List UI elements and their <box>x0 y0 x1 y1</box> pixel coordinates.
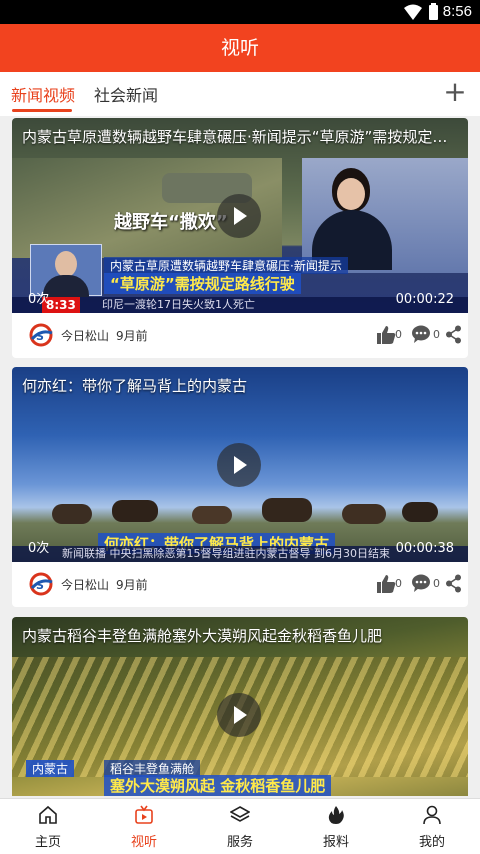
video-thumbnail[interactable]: 何亦红：带你了解马背上的内蒙古 何亦红：带你了解马背上的内蒙古 新闻联播 中央扫… <box>12 367 468 562</box>
source-logo-icon: S <box>29 572 53 596</box>
share-icon[interactable] <box>445 325 462 344</box>
video-card[interactable]: 内蒙古草原遭数辆越野车肆意碾压·新闻提示“草原游”需按规定路线行驶 越野车“撒欢… <box>12 118 468 358</box>
overlay-label: 越野车“撒欢” <box>114 212 228 233</box>
card-meta: S 今日松山 9月前 0 0 <box>12 562 468 607</box>
video-title: 内蒙古稻谷丰登鱼满舱塞外大漠朔风起金秋稻香鱼儿肥 <box>22 627 383 645</box>
video-duration: 00:00:38 <box>395 541 454 556</box>
wifi-icon <box>404 4 422 20</box>
comment-icon[interactable] <box>411 573 431 593</box>
page-title: 视听 <box>220 37 259 59</box>
nav-media[interactable]: 视听 <box>96 799 192 854</box>
tab-news-video[interactable]: 新闻视频 <box>11 82 75 106</box>
video-title: 内蒙古草原遭数辆越野车肆意碾压·新闻提示“草原游”需按规定路线行驶 <box>22 128 458 146</box>
card-meta: S 今日松山 9月前 0 0 <box>12 313 468 358</box>
post-age: 9月前 <box>116 329 148 343</box>
like-count: 0 <box>395 328 402 341</box>
view-count: 0次 <box>28 541 50 556</box>
thumbs-up-icon[interactable] <box>376 325 396 345</box>
status-time: 8:56 <box>442 3 472 20</box>
source-name: 今日松山 <box>61 578 110 592</box>
caption-region-label: 内蒙古 <box>26 760 75 777</box>
anchor-image <box>312 168 392 270</box>
nav-label: 服务 <box>226 835 253 850</box>
source-logo-icon: S <box>29 323 53 347</box>
nav-services[interactable]: 服务 <box>192 799 288 854</box>
channel-tabs: 新闻视频 社会新闻 + <box>0 72 480 116</box>
play-button[interactable] <box>217 693 261 737</box>
video-duration: 00:00:22 <box>395 292 454 307</box>
svg-text:S: S <box>36 330 44 343</box>
nav-home[interactable]: 主页 <box>0 799 96 854</box>
tab-social-news[interactable]: 社会新闻 <box>94 82 158 106</box>
comment-count: 0 <box>433 328 440 341</box>
flame-icon <box>328 806 344 824</box>
nav-label: 我的 <box>418 835 445 850</box>
layers-icon <box>230 806 250 822</box>
play-button[interactable] <box>217 443 261 487</box>
post-age: 9月前 <box>116 578 148 592</box>
caption-subtitle: 内蒙古草原遭数辆越野车肆意碾压·新闻提示 <box>104 257 348 274</box>
play-button[interactable] <box>217 194 261 238</box>
caption-headline: 塞外大漠朔风起 金秋稻香鱼儿肥 <box>104 775 332 796</box>
ticker-text: 新闻联播 中央扫黑除恶第15督导组进驻内蒙古督导 到6月30日结束 <box>62 547 390 560</box>
like-count: 0 <box>395 577 402 590</box>
source-name: 今日松山 <box>61 329 110 343</box>
thumbs-up-icon[interactable] <box>376 574 396 594</box>
app-bar: 视听 <box>0 24 480 72</box>
comment-count: 0 <box>433 577 440 590</box>
tv-icon <box>135 805 153 824</box>
video-card[interactable]: 何亦红：带你了解马背上的内蒙古 何亦红：带你了解马背上的内蒙古 新闻联播 中央扫… <box>12 367 468 607</box>
status-bar: 8:56 <box>0 0 480 24</box>
svg-text:S: S <box>36 579 44 592</box>
share-icon[interactable] <box>445 574 462 593</box>
video-thumbnail[interactable]: 内蒙古草原遭数辆越野车肆意碾压·新闻提示“草原游”需按规定路线行驶 越野车“撒欢… <box>12 118 468 313</box>
nav-label: 报料 <box>322 835 349 850</box>
home-icon <box>39 805 57 824</box>
battery-icon <box>429 3 438 20</box>
ticker-text: 印尼一渡轮17日失火致1人死亡 <box>102 298 255 311</box>
person-icon <box>423 805 441 825</box>
nav-profile[interactable]: 我的 <box>384 799 480 854</box>
view-count: 0次 <box>28 292 50 307</box>
video-feed[interactable]: 内蒙古草原遭数辆越野车肆意碾压·新闻提示“草原游”需按规定路线行驶 越野车“撒欢… <box>0 116 480 796</box>
comment-icon[interactable] <box>411 324 431 344</box>
video-title: 何亦红：带你了解马背上的内蒙古 <box>22 377 248 395</box>
active-tab-indicator <box>12 109 72 112</box>
nav-report[interactable]: 报料 <box>288 799 384 854</box>
bottom-nav: 主页 视听 服务 报料 我的 <box>0 798 480 854</box>
caption-headline: “草原游”需按规定路线行驶 <box>104 273 301 294</box>
horse-riders-image <box>42 492 442 532</box>
nav-label: 主页 <box>34 835 61 850</box>
nav-label: 视听 <box>130 835 157 850</box>
video-thumbnail[interactable]: 内蒙古稻谷丰登鱼满舱塞外大漠朔风起金秋稻香鱼儿肥 内蒙古 稻谷丰登鱼满舱 塞外大… <box>12 617 468 796</box>
video-card[interactable]: 内蒙古稻谷丰登鱼满舱塞外大漠朔风起金秋稻香鱼儿肥 内蒙古 稻谷丰登鱼满舱 塞外大… <box>12 617 468 796</box>
plus-icon[interactable]: + <box>442 76 468 108</box>
